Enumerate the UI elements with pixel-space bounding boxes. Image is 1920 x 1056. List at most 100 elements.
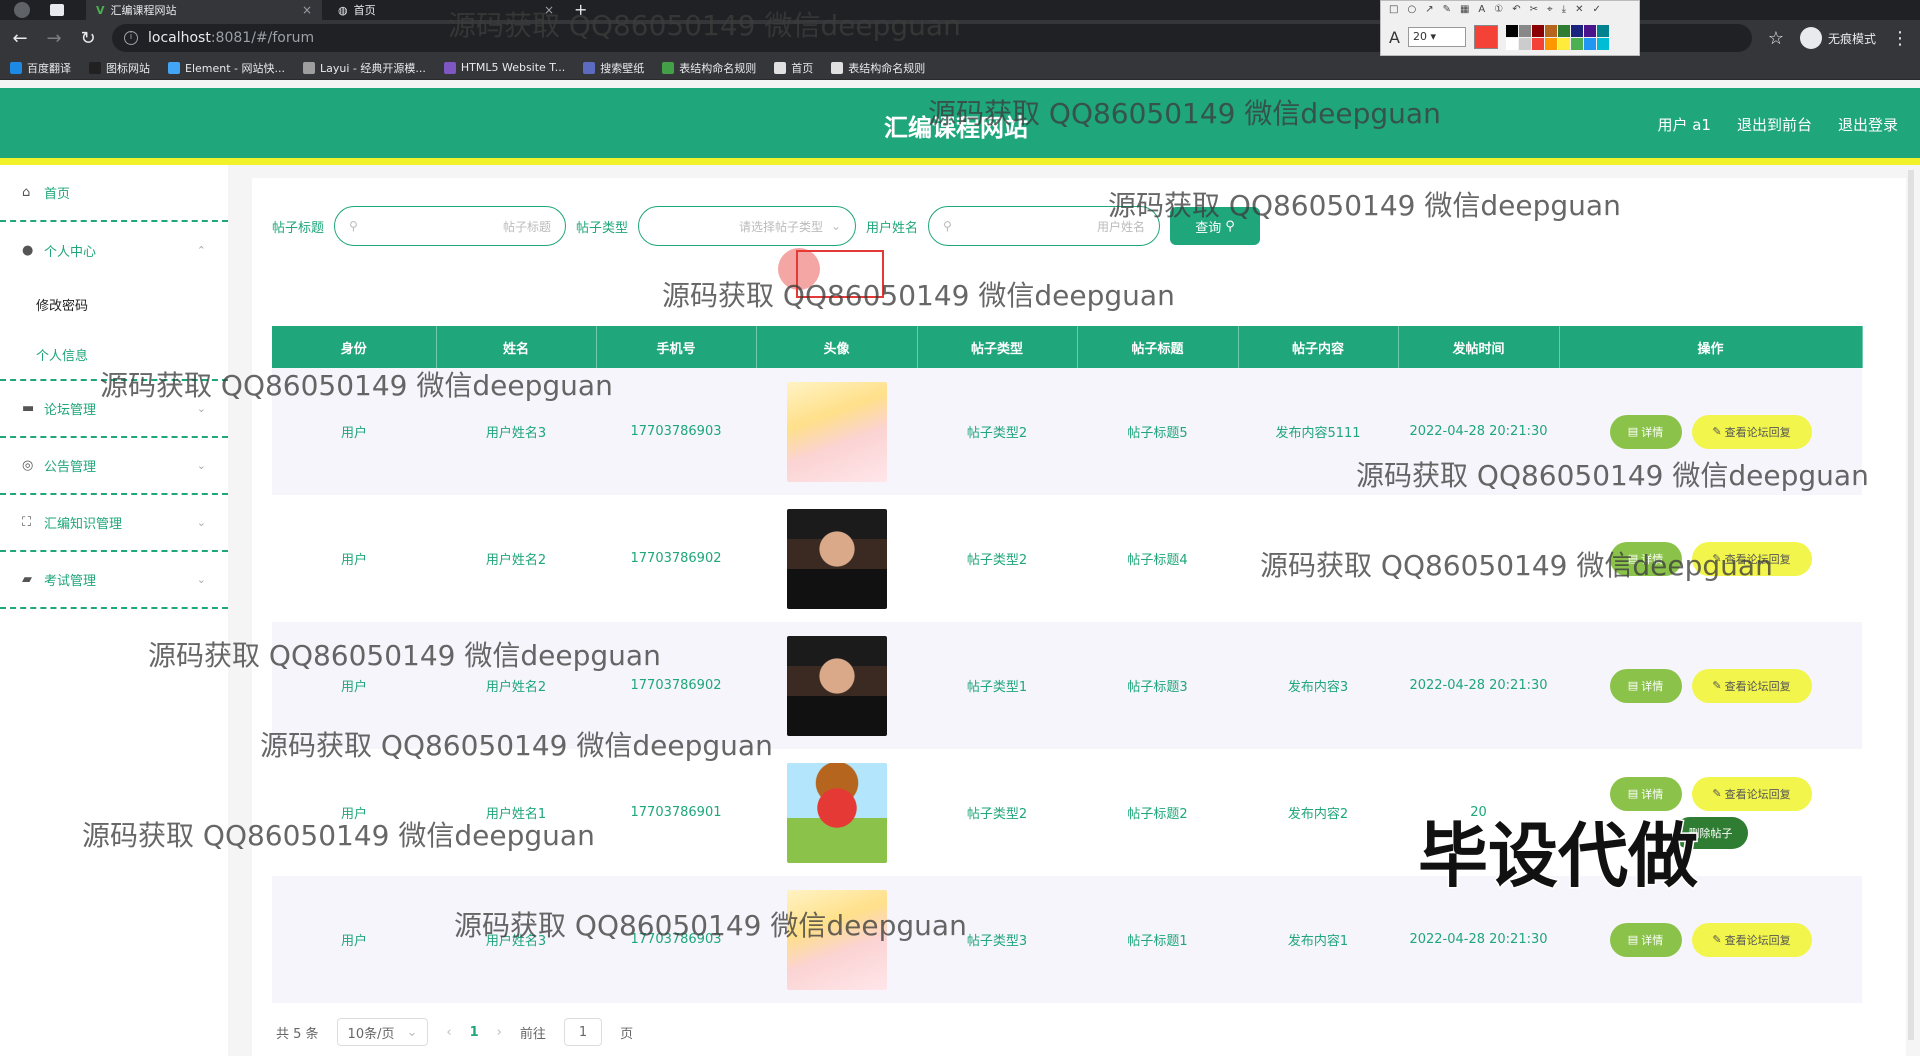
bookmark-star-icon[interactable]: ☆ [1766,28,1786,49]
sidebar-item-home[interactable]: ⌂ 首页 [0,165,228,222]
goto-page-input[interactable]: 1 [563,1018,603,1046]
palette-color-swatch[interactable] [1531,24,1544,37]
palette-color-swatch[interactable] [1518,24,1531,37]
palette-color-swatch[interactable] [1544,24,1557,37]
browser-menu-icon[interactable] [14,2,30,18]
sidebar-item-forum[interactable]: ▬ 论坛管理 ⌄ [0,381,228,438]
detail-button[interactable]: ▤ 详情 [1609,922,1682,957]
info-icon[interactable]: i [124,31,138,45]
number-tool-icon[interactable]: ① [1494,4,1503,16]
detail-button[interactable]: ▤ 详情 [1609,541,1682,576]
cut-icon[interactable]: ✂ [1530,4,1538,16]
monitor-icon: ▬ [22,400,35,416]
palette-color-swatch[interactable] [1570,37,1583,50]
annotation-style-row: A 20 ▾ [1381,19,1639,55]
edit-icon: ✎ [1712,425,1722,438]
bookmark-item[interactable]: 表结构命名规则 [662,60,756,76]
sidebar-subitem-profile[interactable]: 个人信息 [0,329,228,379]
palette-color-swatch[interactable] [1531,37,1544,50]
palette-color-swatch[interactable] [1596,37,1609,50]
reply-label: 查看论坛回复 [1724,679,1791,693]
font-size-select[interactable]: 20 ▾ [1407,27,1466,47]
detail-button[interactable]: ▤ 详情 [1609,414,1682,449]
palette-color-swatch[interactable] [1544,37,1557,50]
palette-color-swatch[interactable] [1583,37,1596,50]
circle-tool-icon[interactable]: ○ [1407,4,1416,16]
bookmark-item[interactable]: Element - 网站快... [168,60,285,76]
close-tab-icon[interactable]: × [544,3,554,17]
bookmark-item[interactable]: 百度翻译 [10,60,71,76]
reload-button[interactable]: ↻ [78,28,98,49]
palette-color-swatch[interactable] [1505,24,1518,37]
next-page-button[interactable]: › [497,1025,502,1040]
rect-tool-icon[interactable]: □ [1389,4,1398,16]
palette-color-swatch[interactable] [1583,24,1596,37]
palette-color-swatch[interactable] [1596,24,1609,37]
incognito-indicator[interactable]: 无痕模式 [1799,27,1876,49]
confirm-icon[interactable]: ✓ [1592,4,1600,16]
sidebar-item-knowledge[interactable]: ⛶ 汇编知识管理 ⌄ [0,495,228,552]
cell-name: 用户姓名1 [436,749,596,876]
palette-color-swatch[interactable] [1505,37,1518,50]
tab-inactive[interactable]: ◍ 首页 × [328,0,564,20]
view-replies-button[interactable]: ✎ 查看论坛回复 [1691,541,1812,576]
sidebar-item-personal[interactable]: ● 个人中心 ⌃ [0,222,228,279]
new-tab-button[interactable]: + [574,0,587,20]
more-menu-icon[interactable]: ⋮ [1890,28,1910,49]
globe-icon: ◍ [338,3,348,17]
bookmark-item[interactable]: 搜索壁纸 [583,60,644,76]
query-button[interactable]: 查询 ⚲ [1170,207,1261,245]
goto-label: 前往 [519,1026,546,1042]
pin-icon[interactable]: ⌖ [1547,4,1553,16]
actions-group: ▤ 详情 ✎ 查看论坛回复 [1559,541,1862,576]
bookmark-item[interactable]: HTML5 Website T... [443,61,565,74]
table-row: 用户 用户姓名3 17703786903 帖子类型2 帖子标题5 发布内容5111 2022… [272,368,1862,495]
arrow-tool-icon[interactable]: ↗ [1425,4,1433,16]
palette-color-swatch[interactable] [1518,37,1531,50]
detail-button[interactable]: ▤ 详情 [1609,668,1682,703]
logout-link[interactable]: 退出登录 [1838,114,1898,135]
tab-search-icon[interactable] [50,4,64,16]
cell-role: 用户 [272,495,436,622]
view-replies-button[interactable]: ✎ 查看论坛回复 [1691,414,1812,449]
close-tab-icon[interactable]: × [302,3,312,17]
view-replies-button[interactable]: ✎ 查看论坛回复 [1691,668,1812,703]
sidebar-item-notice[interactable]: ◎ 公告管理 ⌄ [0,438,228,495]
palette-color-swatch[interactable] [1557,37,1570,50]
annotation-rectangle [796,250,884,298]
user-name-input[interactable]: ⚲ 用户姓名 [928,206,1161,246]
back-button[interactable]: ← [10,28,30,49]
sidebar-item-exam[interactable]: ▰ 考试管理 ⌄ [0,552,228,609]
save-icon[interactable]: ⤓ [1562,4,1566,16]
undo-icon[interactable]: ↶ [1512,4,1520,16]
cancel-icon[interactable]: ✕ [1575,4,1583,16]
bookmark-item[interactable]: 首页 [774,60,813,76]
text-tool-icon[interactable]: A [1478,4,1485,16]
cell-phone: 17703786902 [596,495,756,622]
pen-tool-icon[interactable]: ✎ [1443,4,1451,16]
bookmark-item[interactable]: 图标网站 [89,60,150,76]
title-search-input[interactable]: ⚲ 帖子标题 [334,206,567,246]
prev-page-button[interactable]: ‹ [446,1025,451,1040]
mosaic-tool-icon[interactable]: ▦ [1460,4,1469,16]
page-scrollbar[interactable] [1908,170,1914,1040]
sidebar-subitem-password[interactable]: 修改密码 [0,279,228,329]
tab-active[interactable]: V 汇编课程网站 × [86,0,322,20]
back-to-front-link[interactable]: 退出到前台 [1737,114,1812,135]
bookmark-item[interactable]: Layui - 经典开源模... [303,60,426,76]
type-select[interactable]: 请选择帖子类型 ⌄ [638,206,857,246]
cell-title: 帖子标题3 [1077,622,1238,749]
palette-color-swatch[interactable] [1557,24,1570,37]
view-replies-button[interactable]: ✎ 查看论坛回复 [1691,922,1812,957]
forward-button[interactable]: → [44,28,64,49]
current-color-swatch[interactable] [1473,25,1498,49]
chevron-down-icon: ⌄ [406,1024,418,1040]
page-size-select[interactable]: 10条/页 ⌄ [336,1018,429,1046]
sidebar: ⌂ 首页 ● 个人中心 ⌃ 修改密码 个人信息 ▬ 论坛管理 ⌄ ◎ 公告管理 … [0,165,228,1056]
bookmark-item[interactable]: 表结构命名规则 [831,60,925,76]
page-number-current[interactable]: 1 [470,1025,479,1040]
column-header: 操作 [1559,326,1863,368]
palette-color-swatch[interactable] [1570,24,1583,37]
view-replies-button[interactable]: ✎ 查看论坛回复 [1691,776,1812,811]
pagination: 共 5 条 10条/页 ⌄ ‹ 1 › 前往 1 页 [276,1018,633,1046]
